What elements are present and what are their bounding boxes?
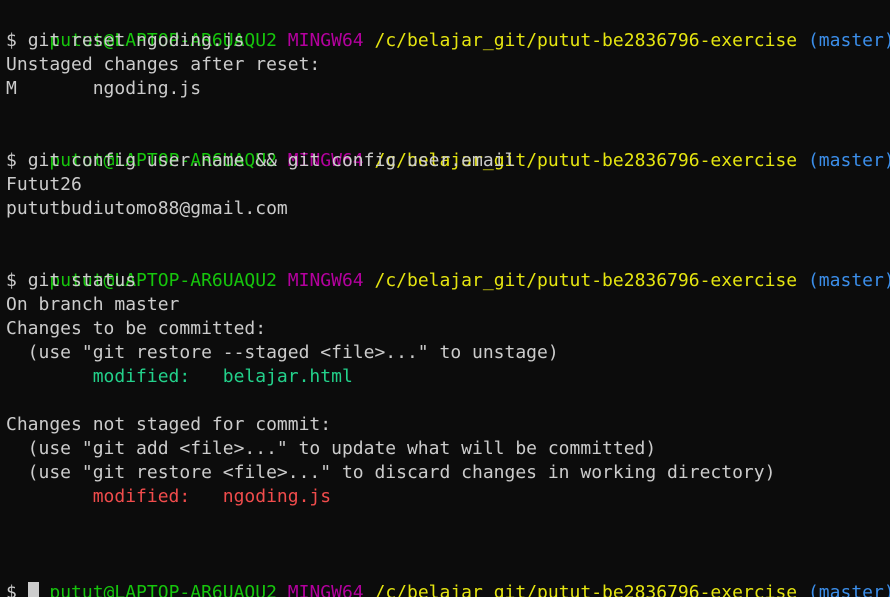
output-line: M ngoding.js <box>6 78 202 99</box>
output-line: pututbudiutomo88@gmail.com <box>6 198 288 219</box>
prompt-system: MINGW64 <box>287 270 364 291</box>
prompt-system: MINGW64 <box>287 582 364 597</box>
command-line: $ git reset ngoding.js <box>6 29 244 53</box>
prompt-path: /c/belajar_git/putut-be2836796-exercise <box>374 582 798 597</box>
unstaged-file-line: modified: ngoding.js <box>6 486 332 507</box>
prompt-line: putut@LAPTOP-AR6UAQU2 MINGW64 /c/belajar… <box>6 125 890 171</box>
prompt-symbol: $ <box>6 30 17 51</box>
output-line: (use "git add <file>..." to update what … <box>6 438 657 459</box>
prompt-line: putut@LAPTOP-AR6UAQU2 MINGW64 /c/belajar… <box>6 245 890 291</box>
output-line: On branch master <box>6 294 180 315</box>
prompt-symbol: $ <box>6 270 17 291</box>
prompt-user-host: putut@LAPTOP-AR6UAQU2 <box>49 582 277 597</box>
staged-file-line: modified: belajar.html <box>6 366 353 387</box>
command-line: $ git config user.name && git config use… <box>6 149 515 173</box>
output-line: Changes not staged for commit: <box>6 414 332 435</box>
prompt-symbol: $ <box>6 582 17 597</box>
output-line: Changes to be committed: <box>6 318 267 339</box>
prompt-system: MINGW64 <box>287 30 364 51</box>
command-text: git status <box>27 270 137 291</box>
prompt-symbol: $ <box>6 150 17 171</box>
output-line: (use "git restore <file>..." to discard … <box>6 462 776 483</box>
command-text: git config user.name && git config user.… <box>27 150 516 171</box>
output-line: (use "git restore --staged <file>..." to… <box>6 342 559 363</box>
prompt-branch: (master) <box>807 270 890 291</box>
terminal-window[interactable]: putut@LAPTOP-AR6UAQU2 MINGW64 /c/belajar… <box>0 0 890 597</box>
command-text: git reset ngoding.js <box>27 30 245 51</box>
command-line: $ git status <box>6 269 136 293</box>
prompt-branch: (master) <box>807 30 890 51</box>
text-cursor <box>27 582 39 597</box>
input-line[interactable]: $ <box>6 581 39 597</box>
prompt-branch: (master) <box>807 150 890 171</box>
output-line: Unstaged changes after reset: <box>6 54 321 75</box>
prompt-line: putut@LAPTOP-AR6UAQU2 MINGW64 /c/belajar… <box>6 5 890 51</box>
prompt-path: /c/belajar_git/putut-be2836796-exercise <box>374 270 798 291</box>
prompt-line: putut@LAPTOP-AR6UAQU2 MINGW64 /c/belajar… <box>6 557 890 597</box>
prompt-path: /c/belajar_git/putut-be2836796-exercise <box>374 30 798 51</box>
prompt-branch: (master) <box>807 582 890 597</box>
output-line: Futut26 <box>6 174 82 195</box>
